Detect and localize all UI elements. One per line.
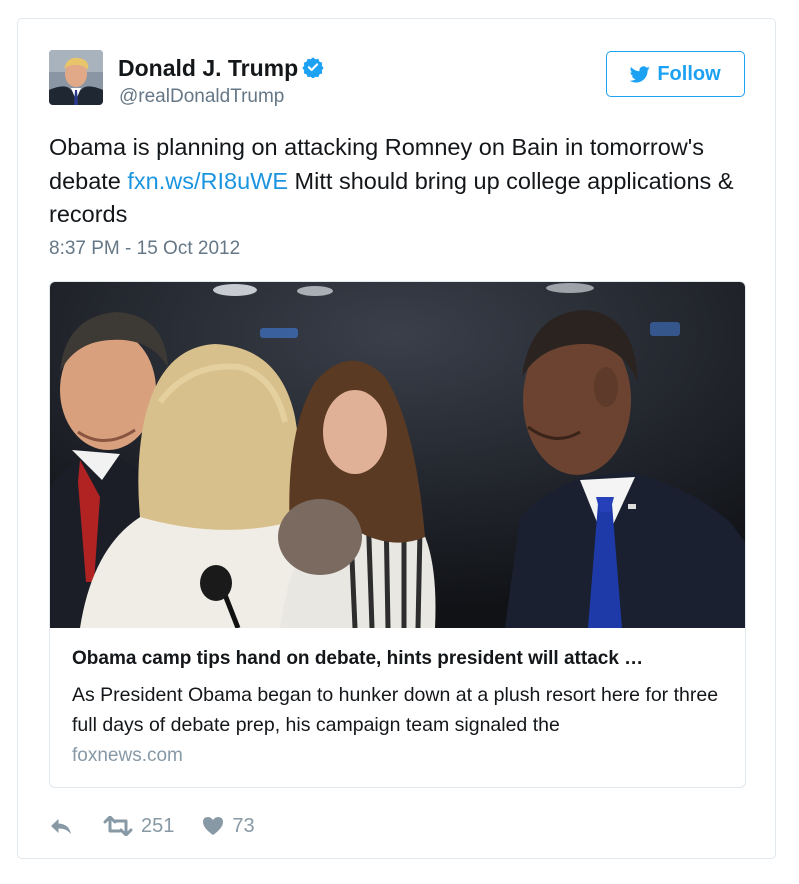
card-description: As President Obama began to hunker down … bbox=[72, 684, 719, 736]
tweet-link[interactable]: fxn.ws/RI8uWE bbox=[127, 168, 288, 194]
profile-photo bbox=[49, 50, 103, 105]
retweet-icon bbox=[103, 816, 133, 836]
like-button[interactable]: 73 bbox=[202, 814, 255, 838]
card-domain[interactable]: foxnews.com bbox=[72, 745, 732, 767]
link-card[interactable]: Obama camp tips hand on debate, hints pr… bbox=[49, 281, 746, 788]
heart-icon bbox=[203, 817, 224, 835]
verified-badge-icon bbox=[302, 57, 324, 78]
author-name-text: Donald J. Trump bbox=[118, 55, 299, 81]
tweet-text: Obama is planning on attacking Romney on… bbox=[49, 131, 749, 232]
debate-photo bbox=[50, 282, 745, 628]
retweet-button[interactable]: 251 bbox=[103, 815, 174, 838]
author-display-name[interactable]: Donald J. Trump bbox=[118, 55, 324, 82]
avatar[interactable] bbox=[49, 50, 103, 105]
reply-icon bbox=[51, 819, 71, 834]
tweet-card: Donald J. Trump @realDonaldTrump Follow … bbox=[17, 18, 776, 859]
tweet-actions: 251 73 bbox=[49, 811, 255, 841]
tweet-timestamp[interactable]: 8:37 PM - 15 Oct 2012 bbox=[49, 238, 240, 260]
follow-label: Follow bbox=[657, 62, 721, 85]
reply-button[interactable] bbox=[49, 816, 73, 836]
author-screen-name[interactable]: @realDonaldTrump bbox=[119, 86, 284, 108]
card-body: Obama camp tips hand on debate, hints pr… bbox=[72, 648, 732, 767]
like-count: 73 bbox=[232, 814, 255, 837]
retweet-count: 251 bbox=[141, 814, 175, 837]
card-title[interactable]: Obama camp tips hand on debate, hints pr… bbox=[72, 648, 732, 670]
twitter-bird-icon bbox=[630, 65, 650, 82]
follow-button[interactable]: Follow bbox=[606, 51, 745, 97]
